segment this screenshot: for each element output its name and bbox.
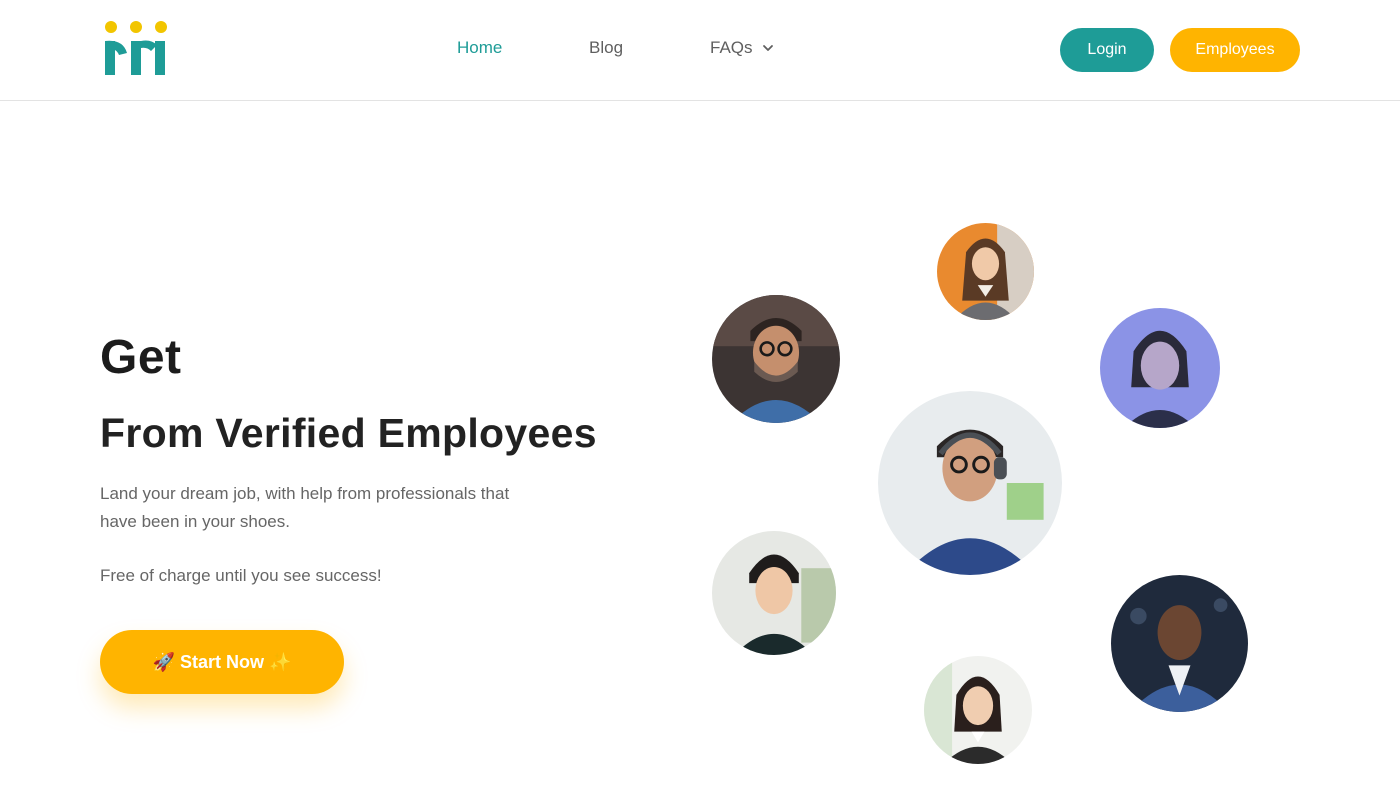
avatar-man-suit [1111,575,1248,712]
nav-faqs[interactable]: FAQs [710,38,775,58]
nav-blog[interactable]: Blog [589,38,623,58]
avatar-woman-orange-background [937,223,1034,320]
logo-icon [105,21,167,75]
nav-faqs-label: FAQs [710,38,753,57]
start-now-button[interactable]: 🚀 Start Now ✨ [100,630,344,694]
hero-description: Land your dream job, with help from prof… [100,484,510,531]
employees-button[interactable]: Employees [1170,28,1300,72]
nav-home[interactable]: Home [457,38,502,58]
hero-subtitle: From Verified Employees [100,410,597,456]
avatar-man-headphones [878,391,1062,575]
site-header: Home Blog FAQs Login Employees [0,0,1400,101]
logo[interactable] [103,21,169,77]
login-button[interactable]: Login [1060,28,1154,72]
chevron-down-icon [762,45,773,51]
avatar-woman-office [924,656,1032,764]
hero-title: Get [100,331,182,384]
avatar-woman-blue-light [1100,308,1220,428]
avatar-man-glasses-beard [712,295,840,423]
avatar-woman-dark-turtleneck [712,531,836,655]
hero-note: Free of charge until you see success! [100,566,382,585]
